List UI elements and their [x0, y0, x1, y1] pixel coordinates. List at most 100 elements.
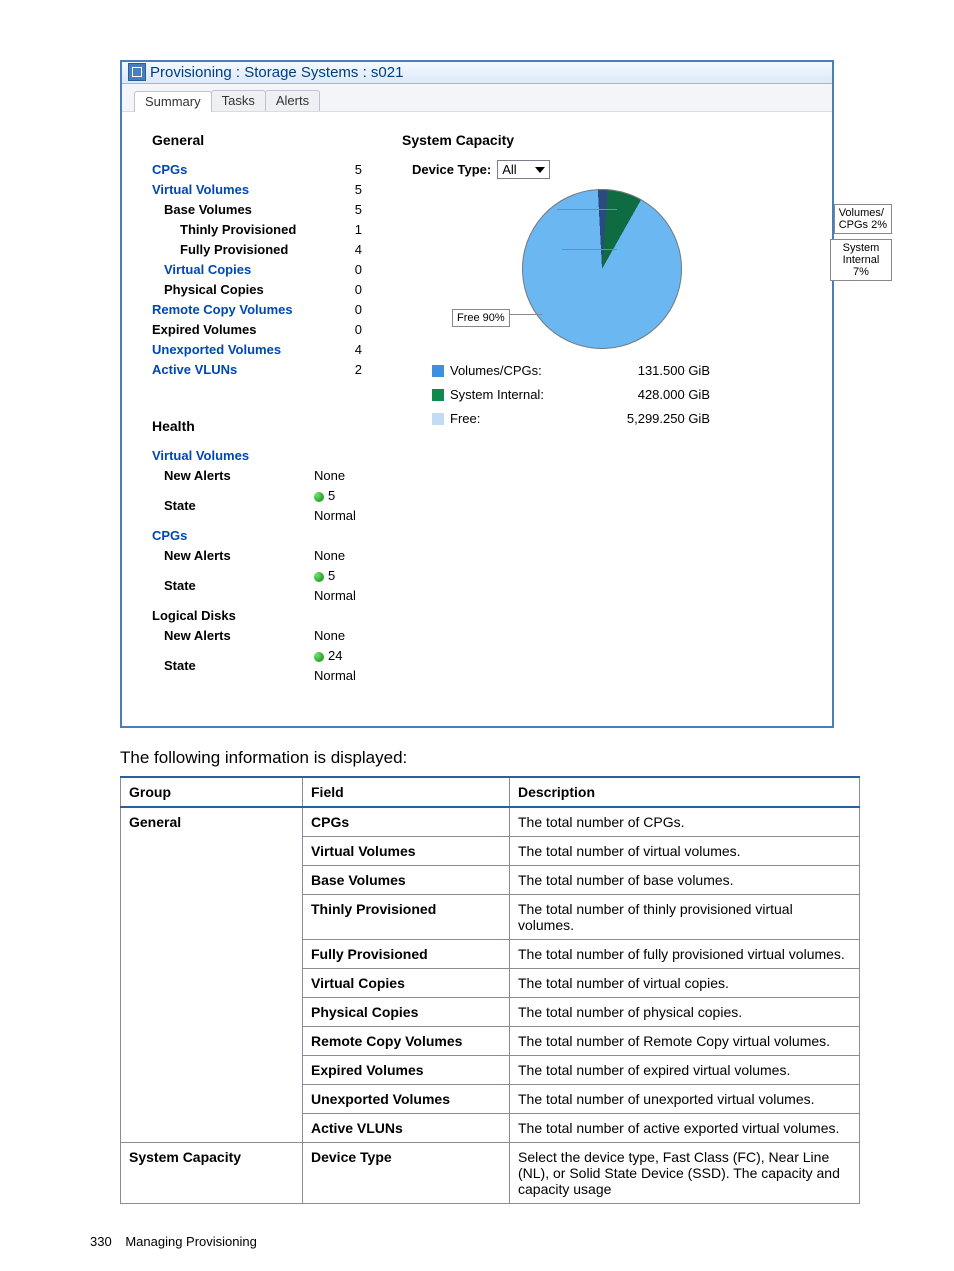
tab-alerts[interactable]: Alerts — [265, 90, 320, 111]
legend-label: Volumes/CPGs: — [450, 359, 590, 383]
general-value: 0 — [332, 260, 362, 280]
cell-group — [121, 837, 303, 866]
legend-row: Free:5,299.250 GiB — [432, 407, 802, 431]
cell-description: The total number of thinly provisioned v… — [510, 895, 860, 940]
general-label: Virtual Volumes — [152, 180, 332, 200]
health-value: None — [314, 626, 345, 646]
cell-description: The total number of CPGs. — [510, 807, 860, 837]
health-value: 24 Normal — [314, 646, 362, 686]
cell-field: Expired Volumes — [303, 1056, 510, 1085]
general-row[interactable]: Unexported Volumes4 — [152, 340, 362, 360]
health-label: New Alerts — [152, 546, 314, 566]
title-bar: Provisioning : Storage Systems : s021 — [122, 62, 832, 84]
cell-field: Active VLUNs — [303, 1114, 510, 1143]
health-new-alerts-row: New AlertsNone — [152, 626, 362, 646]
header-description: Description — [510, 777, 860, 807]
health-value: None — [314, 466, 345, 486]
health-heading: Health — [152, 418, 362, 434]
table-row: Thinly ProvisionedThe total number of th… — [121, 895, 860, 940]
legend-value: 428.000 GiB — [590, 383, 710, 407]
cell-description: The total number of virtual copies. — [510, 969, 860, 998]
general-label: Virtual Copies — [152, 260, 332, 280]
pie-chart: Free 90% Volumes/ CPGs 2% System Interna… — [402, 189, 802, 349]
health-new-alerts-row: New AlertsNone — [152, 466, 362, 486]
health-state-row: State5 Normal — [152, 566, 362, 606]
table-row: Active VLUNsThe total number of active e… — [121, 1114, 860, 1143]
table-row: Expired VolumesThe total number of expir… — [121, 1056, 860, 1085]
health-state-row: State5 Normal — [152, 486, 362, 526]
tab-tasks[interactable]: Tasks — [211, 90, 266, 111]
pie-chart-graphic — [518, 185, 686, 353]
general-value: 5 — [332, 160, 362, 180]
page-footer: 330 Managing Provisioning — [90, 1234, 954, 1249]
window-icon — [128, 63, 146, 81]
legend-row: System Internal:428.000 GiB — [432, 383, 802, 407]
chevron-down-icon — [535, 167, 545, 173]
table-row: Base VolumesThe total number of base vol… — [121, 866, 860, 895]
general-label: Fully Provisioned — [152, 240, 332, 260]
general-row[interactable]: Virtual Volumes5 — [152, 180, 362, 200]
general-value: 1 — [332, 220, 362, 240]
general-row[interactable]: Active VLUNs2 — [152, 360, 362, 380]
health-label: State — [152, 576, 314, 596]
cell-field: Base Volumes — [303, 866, 510, 895]
legend-label: Free: — [450, 407, 590, 431]
health-group-label: Virtual Volumes — [152, 446, 362, 466]
cell-group — [121, 1114, 303, 1143]
general-row: Fully Provisioned4 — [152, 240, 362, 260]
health-group-title[interactable]: CPGs — [152, 526, 362, 546]
capacity-column: System Capacity Device Type: All Free 90… — [402, 132, 802, 686]
general-label: Physical Copies — [152, 280, 332, 300]
health-group-title[interactable]: Virtual Volumes — [152, 446, 362, 466]
cell-field: Remote Copy Volumes — [303, 1027, 510, 1056]
cell-description: The total number of unexported virtual v… — [510, 1085, 860, 1114]
cell-description: The total number of fully provisioned vi… — [510, 940, 860, 969]
device-type-select[interactable]: All — [497, 160, 549, 179]
table-row: GeneralCPGsThe total number of CPGs. — [121, 807, 860, 837]
cell-group: General — [121, 807, 303, 837]
health-label: New Alerts — [152, 626, 314, 646]
health-state-row: State24 Normal — [152, 646, 362, 686]
cell-description: The total number of active exported virt… — [510, 1114, 860, 1143]
cell-description: The total number of base volumes. — [510, 866, 860, 895]
general-row[interactable]: Remote Copy Volumes0 — [152, 300, 362, 320]
health-label: New Alerts — [152, 466, 314, 486]
general-value: 4 — [332, 240, 362, 260]
table-row: Remote Copy VolumesThe total number of R… — [121, 1027, 860, 1056]
health-group-label: CPGs — [152, 526, 362, 546]
general-label: Active VLUNs — [152, 360, 332, 380]
health-list: Virtual VolumesNew AlertsNoneState5 Norm… — [152, 446, 362, 686]
health-label: State — [152, 656, 314, 676]
status-ok-icon — [314, 492, 324, 502]
general-label: Remote Copy Volumes — [152, 300, 332, 320]
legend-value: 5,299.250 GiB — [590, 407, 710, 431]
general-row: Thinly Provisioned1 — [152, 220, 362, 240]
general-row[interactable]: Virtual Copies0 — [152, 260, 362, 280]
cell-group: System Capacity — [121, 1143, 303, 1204]
cell-description: The total number of virtual volumes. — [510, 837, 860, 866]
cell-group — [121, 998, 303, 1027]
cell-group — [121, 940, 303, 969]
callout-volumes-cpgs: Volumes/ CPGs 2% — [834, 204, 892, 234]
cell-field: Unexported Volumes — [303, 1085, 510, 1114]
legend-value: 131.500 GiB — [590, 359, 710, 383]
tab-summary[interactable]: Summary — [134, 91, 212, 112]
legend-swatch — [432, 413, 444, 425]
health-value: 5 Normal — [314, 566, 362, 606]
general-row[interactable]: CPGs5 — [152, 160, 362, 180]
header-field: Field — [303, 777, 510, 807]
summary-panel: General CPGs5Virtual Volumes5Base Volume… — [122, 112, 832, 726]
general-label: CPGs — [152, 160, 332, 180]
leader-line — [557, 209, 617, 210]
cell-group — [121, 866, 303, 895]
cell-field: Virtual Volumes — [303, 837, 510, 866]
health-new-alerts-row: New AlertsNone — [152, 546, 362, 566]
callout-free: Free 90% — [452, 309, 510, 327]
cell-field: Fully Provisioned — [303, 940, 510, 969]
cell-description: The total number of expired virtual volu… — [510, 1056, 860, 1085]
cell-description: Select the device type, Fast Class (FC),… — [510, 1143, 860, 1204]
legend-swatch — [432, 365, 444, 377]
cell-group — [121, 1027, 303, 1056]
leader-line — [562, 249, 617, 250]
capacity-heading: System Capacity — [402, 132, 802, 148]
